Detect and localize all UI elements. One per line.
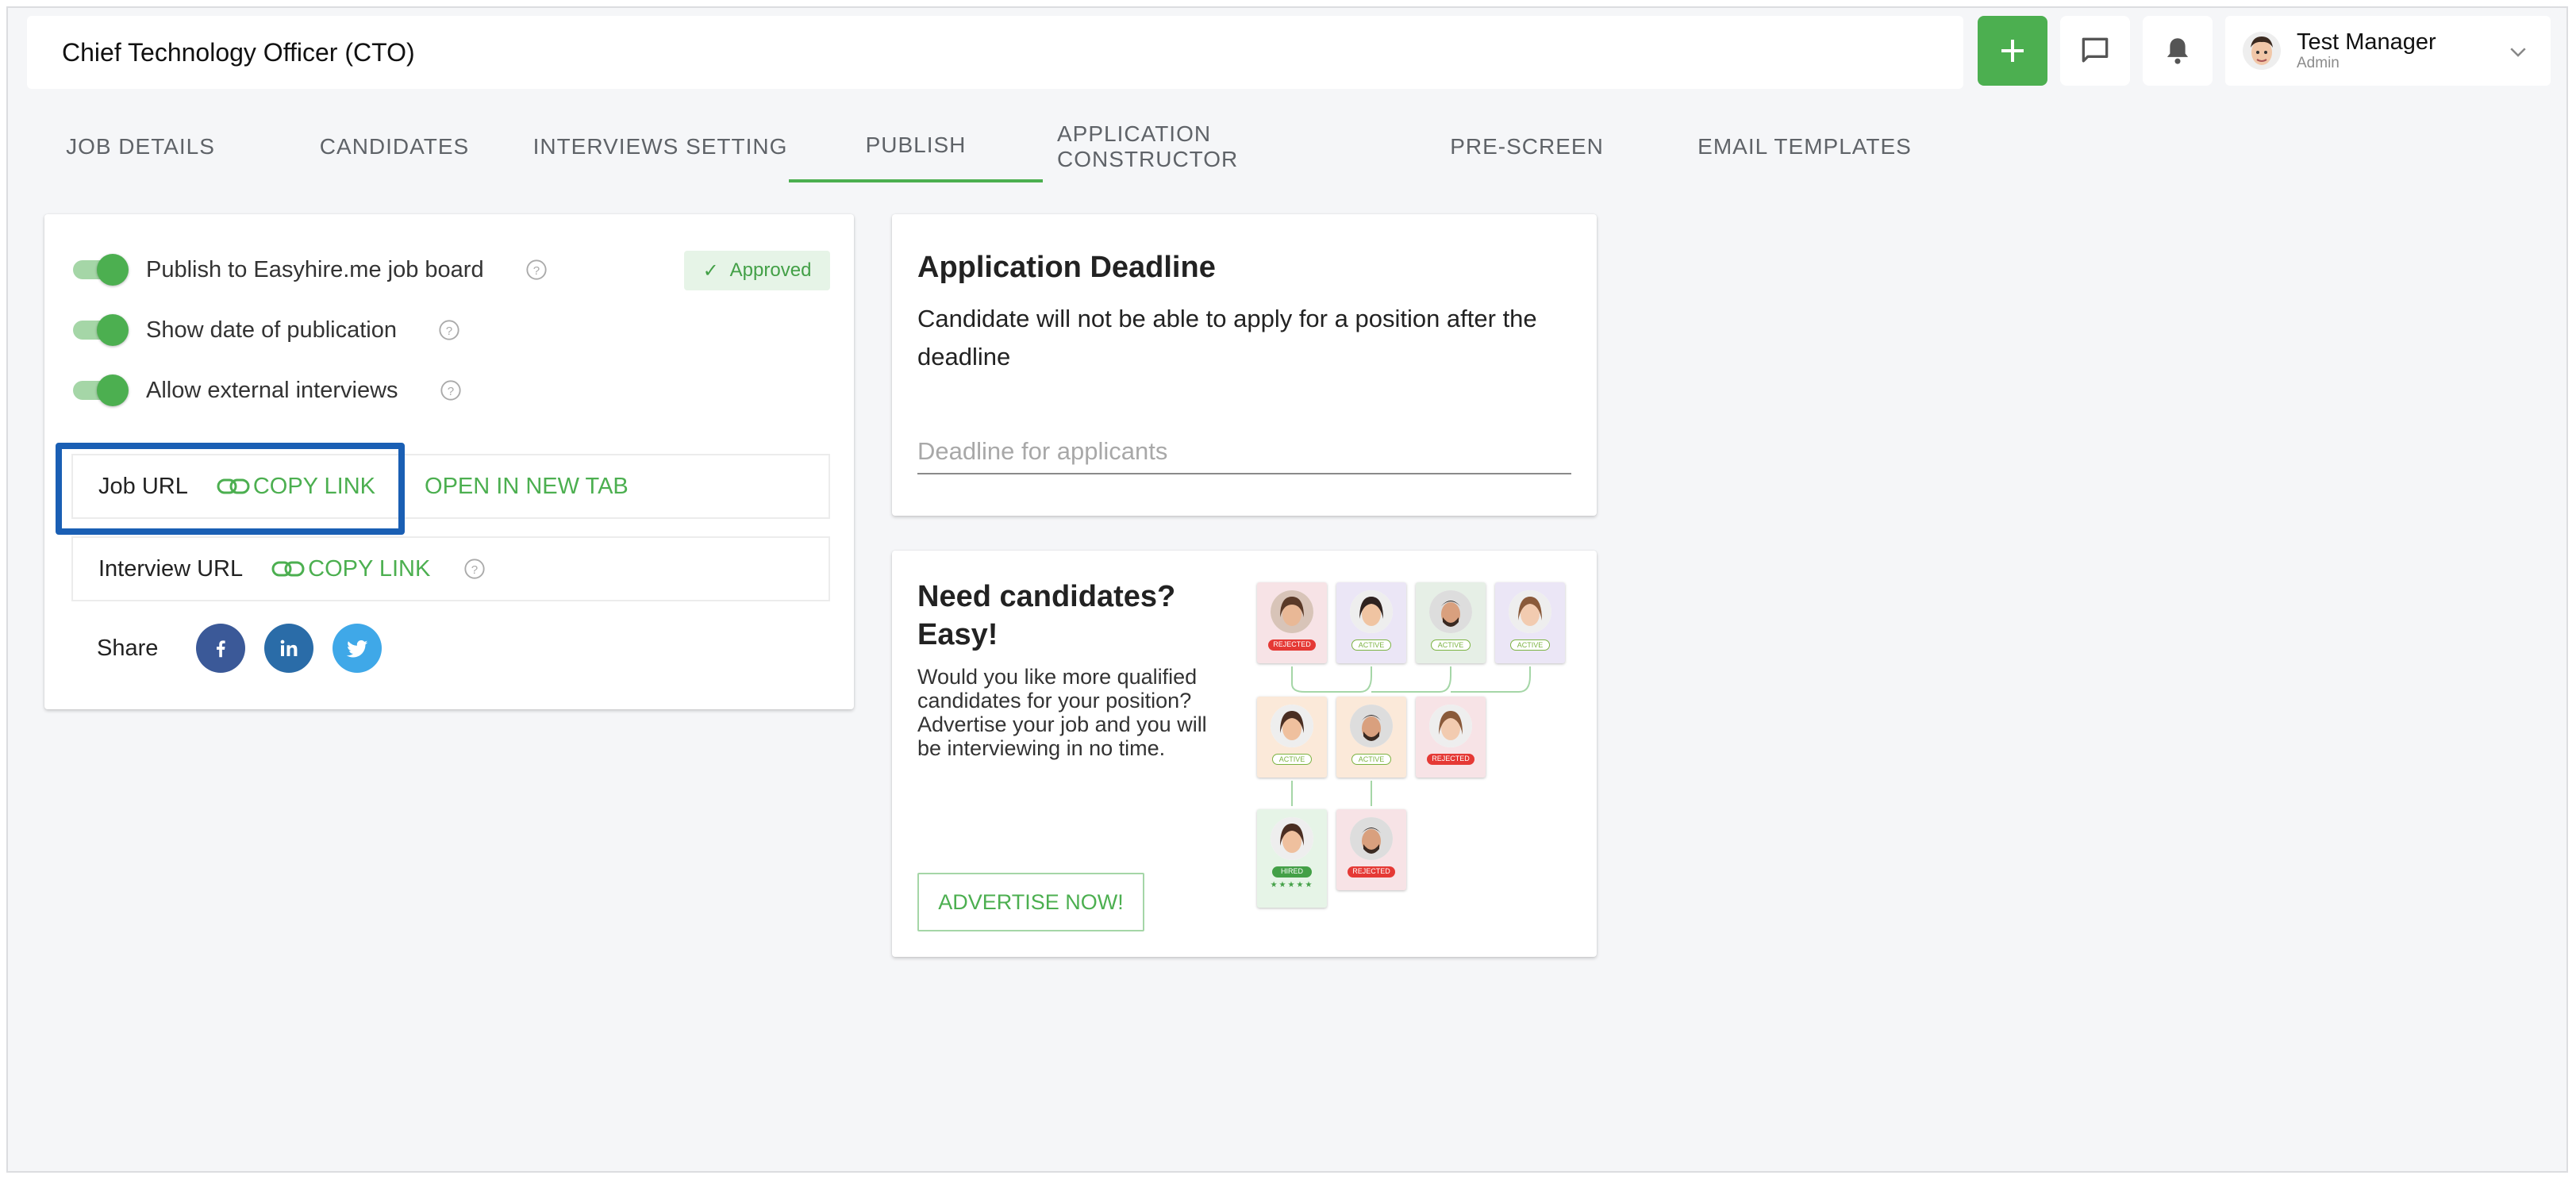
deadline-description: Candidate will not be able to apply for …	[917, 305, 1537, 371]
svg-text:?: ?	[471, 563, 478, 577]
share-row: Share	[97, 624, 401, 673]
add-button[interactable]	[1978, 16, 2047, 86]
candidate-photo	[1271, 590, 1313, 633]
chat-icon	[2082, 37, 2109, 63]
facebook-icon	[217, 640, 226, 658]
tab-publish[interactable]: PUBLISH	[789, 111, 1043, 182]
avatar	[2243, 32, 2281, 70]
status-badge: REJECTED	[1268, 639, 1316, 651]
rating-stars-icon: ★★★★★	[1270, 881, 1314, 889]
candidate-photo	[1350, 705, 1393, 747]
help-icon[interactable]: ?	[463, 558, 486, 580]
bell-icon	[2167, 38, 2189, 64]
candidate-card: REJECTED	[1416, 697, 1486, 778]
notifications-button[interactable]	[2143, 16, 2213, 86]
user-menu[interactable]: Test Manager Admin	[2225, 16, 2551, 86]
copy-link-label: COPY LINK	[308, 555, 431, 582]
external-interviews-toggle[interactable]	[71, 374, 129, 406]
candidate-card: ACTIVE	[1416, 582, 1486, 663]
advert-description: Would you like more qualified candidates…	[917, 665, 1207, 760]
show-date-toggle[interactable]	[71, 314, 129, 346]
candidate-photo	[1271, 705, 1313, 747]
status-badge: ACTIVE	[1431, 639, 1471, 651]
interview-url-label: Interview URL	[98, 555, 244, 582]
messages-button[interactable]	[2060, 16, 2130, 86]
job-url-highlight	[56, 443, 405, 535]
candidate-photo	[1350, 817, 1393, 860]
open-in-new-tab-link[interactable]: OPEN IN NEW TAB	[425, 474, 629, 500]
tab-application-constructor[interactable]: APPLICATION CONSTRUCTOR	[1057, 111, 1390, 182]
approved-label: Approved	[729, 259, 812, 281]
status-badge: ACTIVE	[1272, 754, 1312, 765]
candidate-card: REJECTED	[1257, 582, 1327, 663]
candidate-photo	[1509, 590, 1551, 633]
advertise-now-button[interactable]: ADVERTISE NOW!	[917, 873, 1144, 931]
toggle-row-publish-board: Publish to Easyhire.me job board ?	[71, 252, 548, 287]
svg-text:?: ?	[447, 385, 453, 398]
toggle-label: Show date of publication	[146, 317, 397, 343]
interview-url-row: Interview URL COPY LINK ?	[71, 536, 830, 601]
tab-candidates[interactable]: CANDIDATES	[287, 111, 502, 182]
linkedin-icon	[281, 639, 298, 656]
facebook-share-button[interactable]	[196, 624, 246, 673]
twitter-share-button[interactable]	[333, 624, 383, 673]
svg-text:?: ?	[446, 325, 452, 338]
candidate-photo	[1429, 705, 1472, 747]
twitter-icon	[347, 639, 368, 658]
plus-icon	[2001, 40, 2024, 62]
candidate-card: ACTIVE	[1495, 582, 1565, 663]
link-icon	[271, 561, 305, 577]
share-label: Share	[97, 635, 159, 661]
tab-pre-screen[interactable]: PRE-SCREEN	[1448, 111, 1606, 182]
check-icon: ✓	[702, 259, 719, 282]
status-badge: HIRED	[1272, 866, 1312, 878]
status-badge: ACTIVE	[1351, 754, 1391, 765]
candidate-card: ACTIVE	[1336, 697, 1406, 778]
toggle-label: Publish to Easyhire.me job board	[146, 256, 484, 282]
help-icon[interactable]: ?	[525, 259, 548, 281]
deadline-input[interactable]	[917, 430, 1571, 474]
candidate-card: ACTIVE	[1336, 582, 1406, 663]
tab-job-details[interactable]: JOB DETAILS	[41, 111, 240, 182]
publish-board-toggle[interactable]	[71, 254, 129, 286]
status-badge: REJECTED	[1348, 866, 1395, 878]
application-deadline-card: Application Deadline Candidate will not …	[892, 214, 1597, 516]
user-name: Test Manager	[2297, 29, 2436, 55]
deadline-title: Application Deadline	[917, 251, 1216, 284]
candidate-photo	[1271, 817, 1313, 860]
help-icon[interactable]: ?	[438, 319, 460, 341]
candidate-card: REJECTED	[1336, 809, 1406, 890]
page-title: Chief Technology Officer (CTO)	[62, 37, 415, 67]
status-badge: REJECTED	[1427, 754, 1474, 765]
toggle-row-show-date: Show date of publication ?	[71, 313, 460, 348]
app-frame: Chief Technology Officer (CTO) Test Mana…	[6, 6, 2568, 1173]
job-title-bar: Chief Technology Officer (CTO)	[27, 16, 1963, 89]
candidate-card: ACTIVE	[1257, 697, 1327, 778]
approved-badge: ✓ Approved	[684, 251, 830, 290]
user-role: Admin	[2297, 55, 2340, 71]
chevron-down-icon[interactable]	[2506, 40, 2530, 63]
status-badge: ACTIVE	[1510, 639, 1550, 651]
candidate-photo	[1350, 590, 1393, 633]
tab-interviews-setting[interactable]: INTERVIEWS SETTING	[525, 111, 795, 182]
candidate-card: HIRED ★★★★★	[1257, 809, 1327, 908]
candidates-illustration: REJECTED ACTIVE ACTIVE ACTIVE ACTIVE ACT…	[1257, 581, 1574, 914]
toggle-row-external-interviews: Allow external interviews ?	[71, 373, 462, 408]
svg-text:?: ?	[533, 264, 539, 278]
tab-email-templates[interactable]: EMAIL TEMPLATES	[1670, 111, 1940, 182]
advert-title: Need candidates? Easy!	[917, 580, 1176, 651]
copy-interview-link-button[interactable]: COPY LINK	[271, 556, 430, 582]
candidate-photo	[1429, 590, 1472, 633]
linkedin-share-button[interactable]	[264, 624, 314, 673]
advertise-card: Need candidates? Easy! Would you like mo…	[892, 551, 1597, 957]
help-icon[interactable]: ?	[440, 379, 462, 401]
status-badge: ACTIVE	[1351, 639, 1391, 651]
toggle-label: Allow external interviews	[146, 377, 398, 403]
